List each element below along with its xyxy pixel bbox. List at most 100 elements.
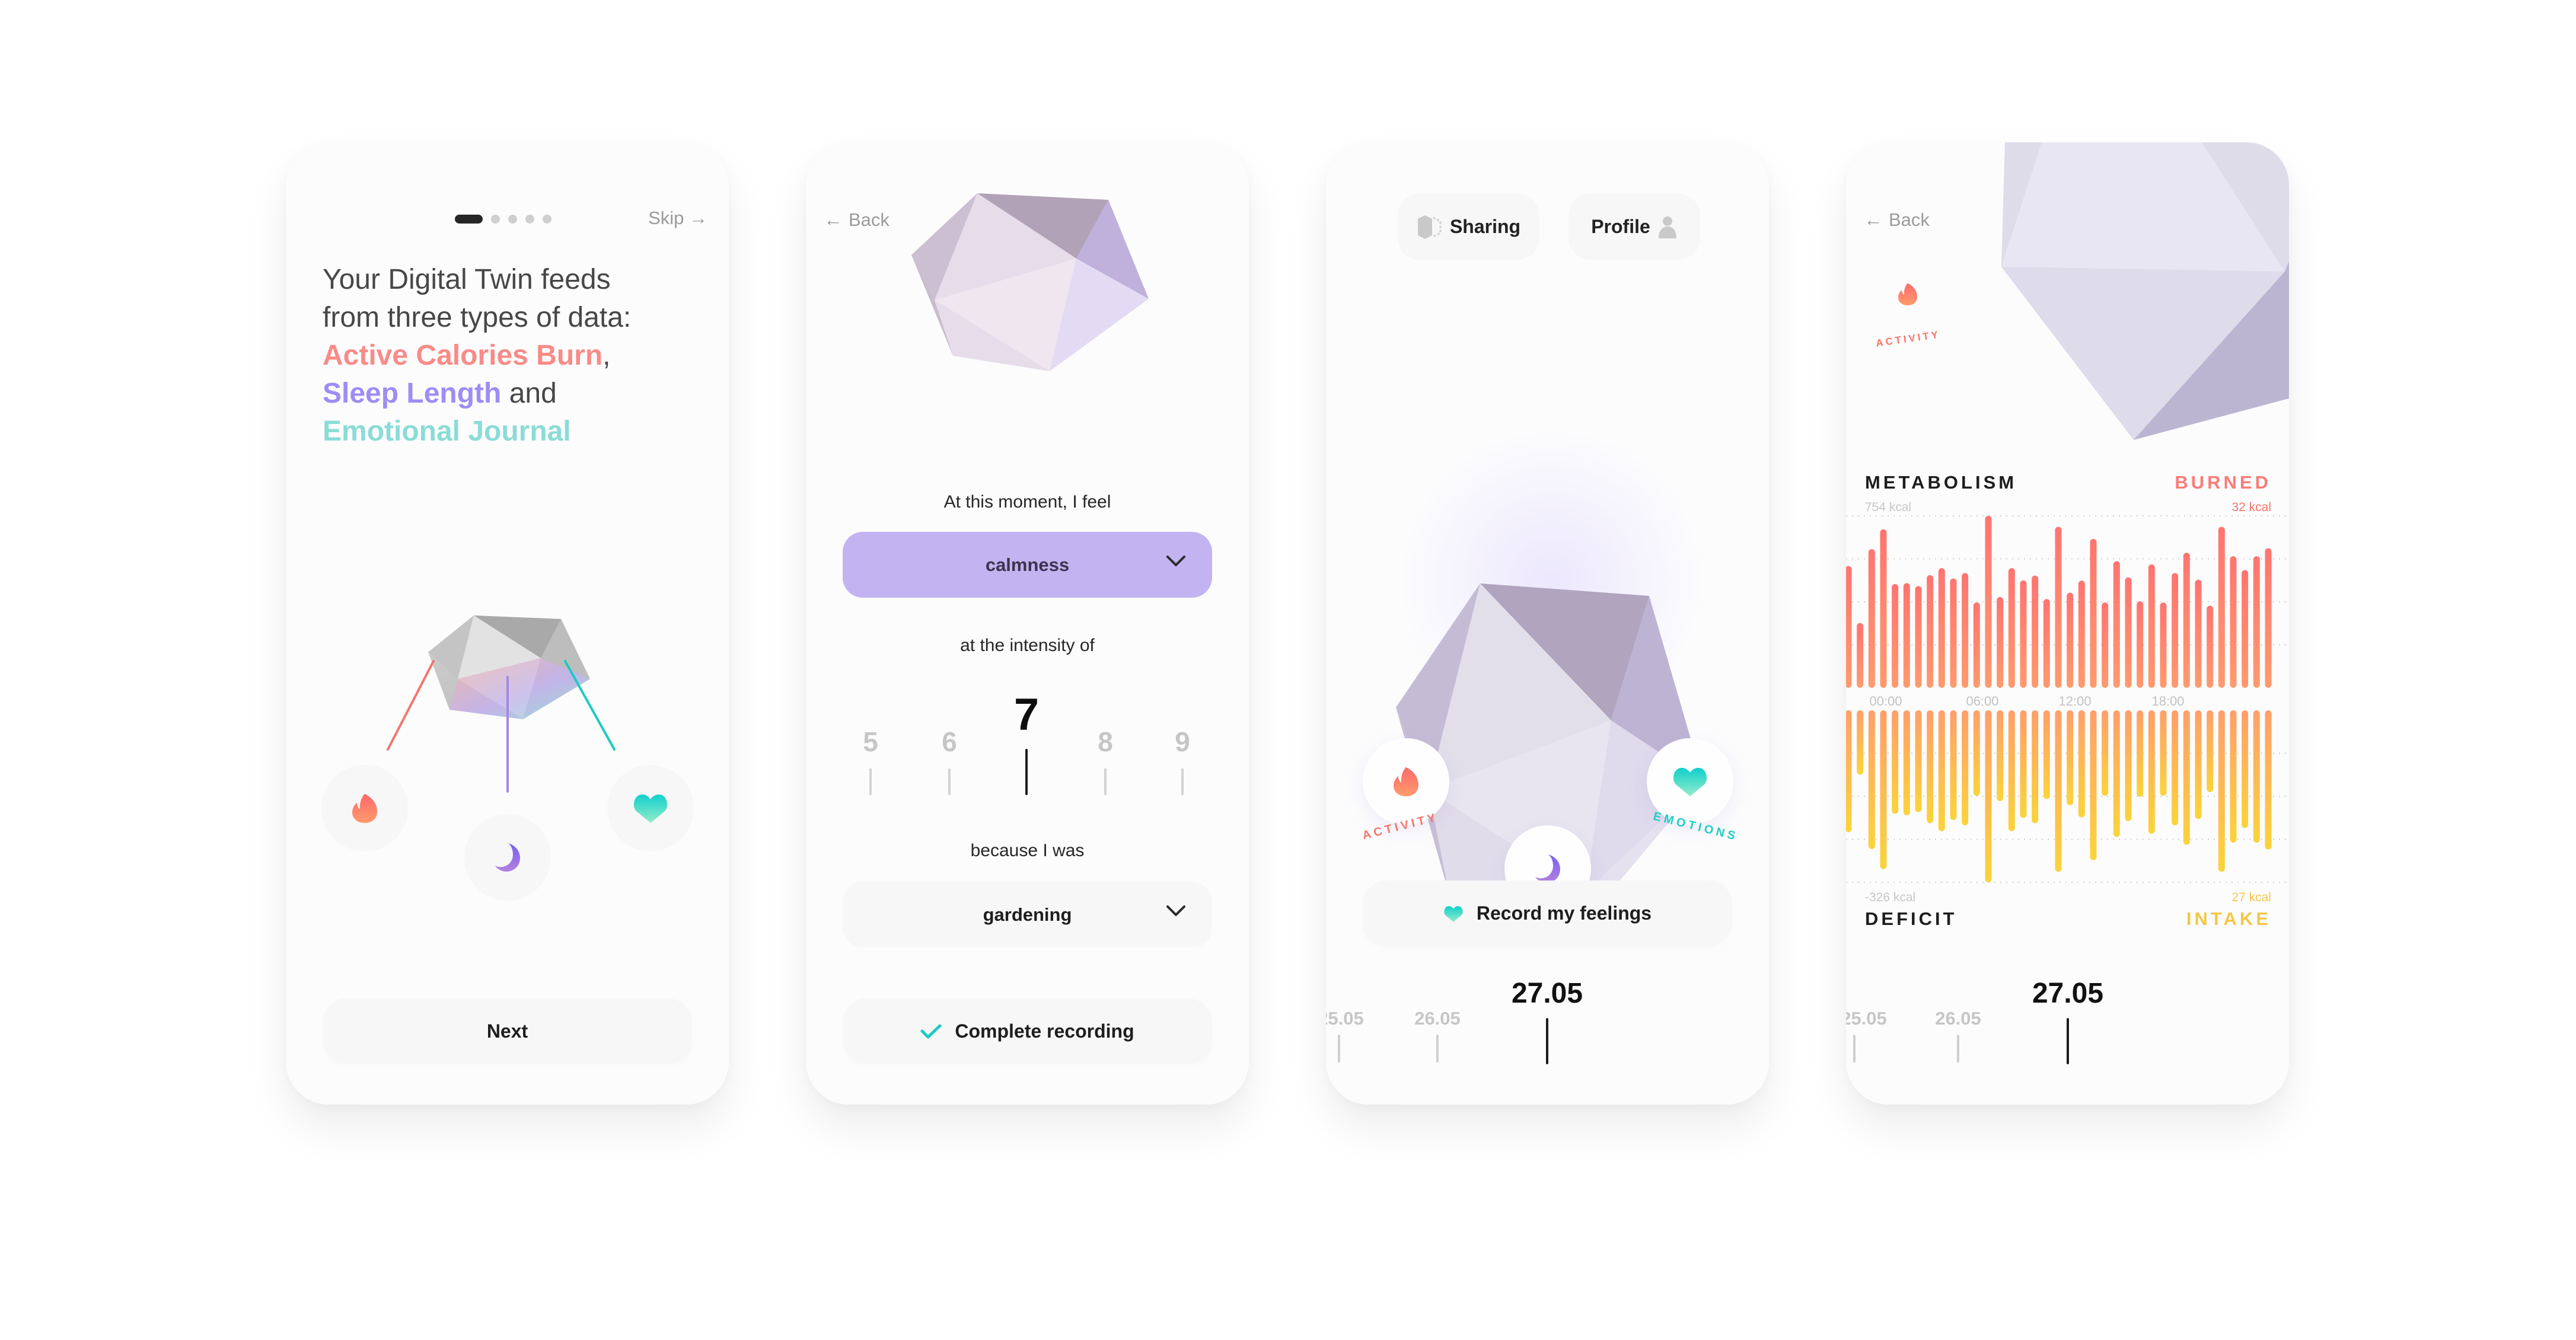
burned-bar[interactable] [1903, 583, 1910, 688]
next-button[interactable]: Next [323, 998, 692, 1064]
intake-bar[interactable] [1892, 710, 1899, 814]
burned-bar[interactable] [2242, 570, 2249, 688]
burned-bar[interactable] [2265, 548, 2272, 688]
burned-bar[interactable] [2078, 580, 2085, 688]
intake-bar[interactable] [2137, 710, 2144, 797]
burned-bar[interactable] [2032, 575, 2039, 688]
intake-bar[interactable] [2160, 710, 2167, 796]
intake-bar[interactable] [2125, 710, 2132, 821]
date-option[interactable]: 26.05 [1917, 1008, 2000, 1029]
burned-bar[interactable] [2230, 556, 2237, 688]
intake-bar[interactable] [2008, 710, 2015, 831]
date-option[interactable]: 26.05 [1396, 1008, 1479, 1029]
burned-bar[interactable] [2067, 592, 2074, 688]
burned-bar[interactable] [2055, 527, 2062, 688]
intake-bar[interactable] [1915, 710, 1922, 812]
burned-bar[interactable] [2207, 605, 2214, 688]
burned-bar[interactable] [1846, 566, 1852, 688]
burned-bar[interactable] [1950, 578, 1957, 688]
burned-bar[interactable] [1915, 586, 1922, 688]
emotions-bubble[interactable] [607, 765, 694, 851]
record-feelings-button[interactable]: Record my feelings [1363, 880, 1732, 946]
sleep-bubble[interactable] [464, 814, 551, 901]
intake-bar[interactable] [1997, 710, 2004, 802]
burned-bar[interactable] [1892, 584, 1899, 688]
burned-bar[interactable] [1868, 549, 1875, 688]
cause-select[interactable]: gardening [843, 882, 1212, 947]
intake-bar[interactable] [1973, 710, 1980, 796]
burned-bar[interactable] [1938, 568, 1945, 688]
intake-bar[interactable] [2183, 710, 2190, 845]
burned-bar[interactable] [1985, 516, 1992, 688]
intensity-option[interactable]: 6 [926, 726, 973, 758]
burned-bar[interactable] [2043, 599, 2050, 688]
intake-bar[interactable] [2032, 710, 2039, 824]
intake-bar[interactable] [2148, 710, 2155, 834]
intake-bar[interactable] [2090, 710, 2097, 860]
feeling-select[interactable]: calmness [843, 532, 1212, 598]
burned-bar[interactable] [2102, 602, 2109, 688]
burned-bar[interactable] [2113, 561, 2120, 688]
activity-bubble[interactable] [321, 765, 408, 851]
burned-bar[interactable] [1857, 623, 1864, 688]
intake-bar[interactable] [1950, 710, 1957, 821]
burned-bar[interactable] [2148, 564, 2155, 688]
intake-bar[interactable] [2253, 710, 2260, 843]
intensity-option[interactable]: 8 [1082, 726, 1129, 758]
journal-screen: ← Back At this moment, I feel calmness a… [806, 142, 1249, 1105]
intake-bar[interactable] [1962, 710, 1969, 825]
back-button[interactable]: ← Back [1864, 209, 1930, 231]
intake-bar[interactable] [2195, 710, 2202, 819]
intake-bar[interactable] [1985, 710, 1992, 882]
intake-bar[interactable] [2207, 710, 2214, 792]
intake-bar[interactable] [2242, 710, 2249, 828]
intake-bar[interactable] [1868, 710, 1875, 849]
min-kcal-label: -326 kcal [1865, 891, 1916, 904]
intensity-option[interactable]: 5 [847, 726, 894, 758]
burned-bar[interactable] [1997, 596, 2004, 688]
burned-bar[interactable] [2125, 577, 2132, 688]
activity-indicator[interactable] [1888, 273, 1928, 315]
date-selected[interactable]: 27.05 [2003, 977, 2133, 1010]
date-selected[interactable]: 27.05 [1482, 977, 1612, 1010]
intensity-option[interactable]: 9 [1159, 726, 1206, 758]
burned-bar[interactable] [2172, 573, 2179, 688]
burned-bars [1846, 516, 2272, 688]
intensity-selected[interactable]: 7 [1003, 689, 1050, 741]
burned-bar[interactable] [2008, 568, 2015, 688]
burned-bar[interactable] [1973, 602, 1980, 688]
burned-bar[interactable] [2253, 556, 2260, 688]
intake-bar[interactable] [2172, 710, 2179, 825]
complete-recording-button[interactable]: Complete recording [843, 998, 1212, 1064]
burned-bar[interactable] [2137, 601, 2144, 688]
intake-kcal-value: 27 kcal [2231, 891, 2271, 904]
intake-bar[interactable] [2043, 710, 2050, 799]
intake-bar[interactable] [2218, 710, 2225, 872]
burned-bar[interactable] [2218, 527, 2225, 688]
burned-bar[interactable] [2183, 553, 2190, 688]
intake-bar[interactable] [2055, 710, 2062, 872]
burned-bar[interactable] [2090, 538, 2097, 688]
date-option[interactable]: 25.05 [1846, 1008, 1905, 1029]
intake-bar[interactable] [1846, 710, 1852, 832]
intake-bar[interactable] [2265, 710, 2272, 850]
intake-bar[interactable] [1903, 710, 1910, 816]
intake-bar[interactable] [1880, 710, 1887, 869]
intake-bar[interactable] [2102, 710, 2109, 796]
burned-bar[interactable] [2020, 580, 2027, 688]
intake-bar[interactable] [2078, 710, 2085, 818]
intake-bar[interactable] [2020, 710, 2027, 818]
intake-bar[interactable] [1857, 710, 1864, 775]
twin-screen: Sharing Profile ACTIVITY EMOTIONS Record… [1326, 142, 1769, 1105]
date-option[interactable]: 25.05 [1326, 1008, 1382, 1029]
intake-bar[interactable] [2230, 710, 2237, 843]
burned-bar[interactable] [2195, 579, 2202, 688]
intake-bar[interactable] [1938, 710, 1945, 831]
burned-bar[interactable] [1962, 573, 1969, 688]
intake-bar[interactable] [1927, 710, 1934, 824]
intake-bar[interactable] [2067, 710, 2074, 806]
burned-bar[interactable] [2160, 602, 2167, 688]
intake-bar[interactable] [2113, 710, 2120, 837]
burned-bar[interactable] [1880, 529, 1887, 688]
burned-bar[interactable] [1927, 575, 1934, 688]
